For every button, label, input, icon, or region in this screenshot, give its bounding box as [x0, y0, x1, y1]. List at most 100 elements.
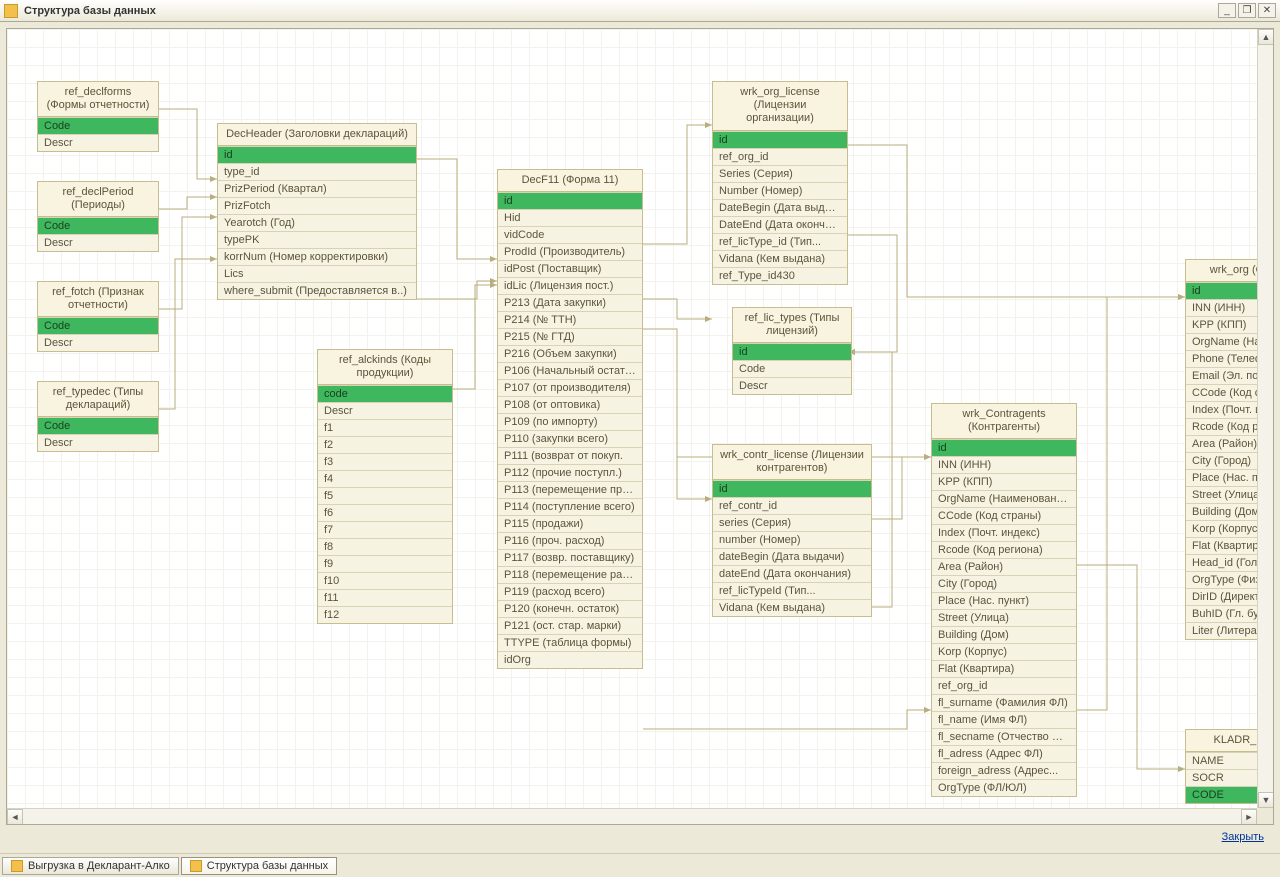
table-ref_alckinds[interactable]: ref_alckinds (Коды продукции)codeDescrf1…: [317, 349, 453, 624]
table-field: P121 (ост. стар. марки): [498, 617, 642, 634]
table-field: id: [932, 439, 1076, 456]
window-title: Структура базы данных: [24, 5, 1212, 17]
table-header: ref_declforms (Формы отчетности): [38, 82, 158, 117]
table-field: Code: [38, 117, 158, 134]
table-field: P120 (конечн. остаток): [498, 600, 642, 617]
table-ref_lic_types[interactable]: ref_lic_types (Типы лицензий)idCodeDescr: [732, 307, 852, 395]
scroll-right-button[interactable]: ►: [1241, 809, 1257, 825]
scroll-left-button[interactable]: ◄: [7, 809, 23, 825]
table-field: P115 (продажи): [498, 515, 642, 532]
table-field: id: [733, 343, 851, 360]
table-field: Index (Почт. индекс): [932, 524, 1076, 541]
table-field: dateEnd (Дата окончания): [713, 565, 871, 582]
table-wrk_org[interactable]: wrk_org (ОргаidINN (ИНН)KPP (КПП)OrgName…: [1185, 259, 1257, 640]
table-field: INN (ИНН): [1186, 299, 1257, 316]
table-field: f1: [318, 419, 452, 436]
table-field: Area (Район): [1186, 435, 1257, 452]
table-wrk_Contragents[interactable]: wrk_Contragents (Контрагенты)idINN (ИНН)…: [931, 403, 1077, 797]
table-wrk_org_license[interactable]: wrk_org_license (Лицензии организации)id…: [712, 81, 848, 285]
table-field: idOrg: [498, 651, 642, 668]
table-field: ref_org_id: [713, 148, 847, 165]
table-DecF11[interactable]: DecF11 (Форма 11)idHidvidCodeProdId (Про…: [497, 169, 643, 669]
table-field: P111 (возврат от покуп.: [498, 447, 642, 464]
table-field: CODE: [1186, 786, 1257, 803]
table-field: CCode (Код стр: [1186, 384, 1257, 401]
table-field: f12: [318, 606, 452, 623]
diagram-canvas[interactable]: ref_declforms (Формы отчетности)CodeDesc…: [7, 29, 1257, 808]
table-field: DirID (Директо: [1186, 588, 1257, 605]
table-field: Phone (Телефо: [1186, 350, 1257, 367]
table-field: Rcode (Код рег: [1186, 418, 1257, 435]
table-field: P107 (от производителя): [498, 379, 642, 396]
table-field: Yearotch (Год): [218, 214, 416, 231]
table-field: code: [318, 385, 452, 402]
bottom-tab[interactable]: Структура базы данных: [181, 857, 337, 875]
table-ref_declPeriod[interactable]: ref_declPeriod (Периоды)CodeDescr: [37, 181, 159, 252]
table-field: f7: [318, 521, 452, 538]
table-field: PrizFotch: [218, 197, 416, 214]
table-field: f3: [318, 453, 452, 470]
table-field: Series (Серия): [713, 165, 847, 182]
table-field: Vidana (Кем выдана): [713, 250, 847, 267]
table-field: korrNum (Номер корректировки): [218, 248, 416, 265]
table-field: OrgName (Наименование): [932, 490, 1076, 507]
table-field: Flat (Квартира): [932, 660, 1076, 677]
table-DecHeader[interactable]: DecHeader (Заголовки деклараций)idtype_i…: [217, 123, 417, 300]
table-field: OrgType (Физ./: [1186, 571, 1257, 588]
app-icon: [4, 4, 18, 18]
table-field: Code: [38, 317, 158, 334]
minimize-button[interactable]: _: [1218, 3, 1236, 18]
table-field: Descr: [38, 334, 158, 351]
table-field: f11: [318, 589, 452, 606]
table-field: Korp (Корпус): [1186, 520, 1257, 537]
table-field: OrgType (ФЛ/ЮЛ): [932, 779, 1076, 796]
table-field: Vidana (Кем выдана): [713, 599, 871, 616]
table-field: id: [713, 480, 871, 497]
table-wrk_contr_license[interactable]: wrk_contr_license (Лицензии контрагентов…: [712, 444, 872, 617]
table-field: INN (ИНН): [932, 456, 1076, 473]
bottom-tab[interactable]: Выгрузка в Декларант-Алко: [2, 857, 179, 875]
table-field: id: [498, 192, 642, 209]
table-ref_fotch[interactable]: ref_fotch (Признак отчетности)CodeDescr: [37, 281, 159, 352]
table-field: ref_licType_id (Тип...: [713, 233, 847, 250]
table-field: Area (Район): [932, 558, 1076, 575]
close-button[interactable]: ✕: [1258, 3, 1276, 18]
maximize-button[interactable]: ❐: [1238, 3, 1256, 18]
table-field: Lics: [218, 265, 416, 282]
table-field: Hid: [498, 209, 642, 226]
table-header: wrk_org (Орга: [1186, 260, 1257, 282]
table-field: f8: [318, 538, 452, 555]
table-field: Street (Улица): [932, 609, 1076, 626]
table-field: PrizPeriod (Квартал): [218, 180, 416, 197]
window-titlebar: Структура базы данных _ ❐ ✕: [0, 0, 1280, 22]
table-field: id: [713, 131, 847, 148]
scroll-down-button[interactable]: ▼: [1258, 792, 1274, 808]
vertical-scrollbar[interactable]: ▲ ▼: [1257, 29, 1273, 808]
table-field: ProdId (Производитель): [498, 243, 642, 260]
table-field: NAME: [1186, 752, 1257, 769]
table-field: ref_Type_id430: [713, 267, 847, 284]
table-field: Descr: [318, 402, 452, 419]
table-field: Code: [38, 217, 158, 234]
table-field: ref_contr_id: [713, 497, 871, 514]
table-field: BuhID (Гл. бухг: [1186, 605, 1257, 622]
table-field: f4: [318, 470, 452, 487]
table-field: P112 (прочие поступл.): [498, 464, 642, 481]
close-link[interactable]: Закрыть: [1222, 831, 1264, 843]
table-header: ref_fotch (Признак отчетности): [38, 282, 158, 317]
table-field: City (Город): [1186, 452, 1257, 469]
table-ref_typedec[interactable]: ref_typedec (Типы деклараций)CodeDescr: [37, 381, 159, 452]
table-field: Place (Нас. пункт): [932, 592, 1076, 609]
table-ref_declforms[interactable]: ref_declforms (Формы отчетности)CodeDesc…: [37, 81, 159, 152]
horizontal-scrollbar[interactable]: ◄ ►: [7, 808, 1257, 824]
table-field: Code: [38, 417, 158, 434]
table-field: Liter (Литера): [1186, 622, 1257, 639]
table-field: P119 (расход всего): [498, 583, 642, 600]
table-field: Code: [733, 360, 851, 377]
table-field: fl_secname (Отчество ФЛ): [932, 728, 1076, 745]
table-field: vidCode: [498, 226, 642, 243]
scroll-up-button[interactable]: ▲: [1258, 29, 1274, 45]
table-field: KPP (КПП): [1186, 316, 1257, 333]
table-field: Descr: [38, 434, 158, 451]
table-KLADR_Reg[interactable]: KLADR_RegNAMESOCRCODE: [1185, 729, 1257, 804]
